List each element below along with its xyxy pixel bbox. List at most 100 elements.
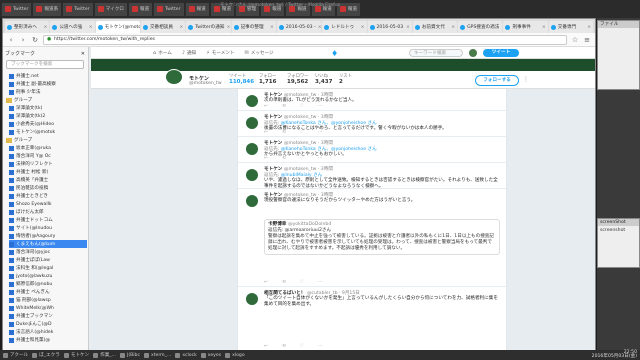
bookmark-item[interactable]: 法律的リフレクト — [9, 160, 87, 168]
more-icon[interactable]: ⋯ — [318, 104, 323, 109]
close-tab-icon[interactable]: × — [542, 25, 546, 30]
browser-tab[interactable]: GPS捜査の適法× — [458, 21, 503, 33]
bookmark-item[interactable]: 悔悟者(@Aagoury — [9, 232, 87, 240]
more-icon[interactable]: ⋯ — [318, 156, 323, 161]
bookmark-item[interactable]: 郷原信郎(@nobu — [9, 280, 87, 288]
close-tab-icon[interactable]: × — [451, 25, 455, 30]
browser-tab[interactable]: 交番相談員 × — [140, 21, 186, 33]
retweet-icon[interactable]: ⟲ — [282, 344, 286, 349]
url-bar[interactable]: ● https://twitter.com/motoken_tw/with_re… — [43, 34, 567, 45]
bookmark-item[interactable]: グループ — [6, 136, 84, 144]
bookmark-item[interactable]: 弁護士.net — [9, 72, 87, 80]
twitter-bird-icon[interactable]: ♦ — [331, 49, 338, 58]
bookmark-item[interactable]: 小倉秀夫(@Hideo — [9, 120, 87, 128]
retweet-icon[interactable]: ⟲ — [282, 104, 286, 109]
bookmark-item[interactable]: 民泊雑誌の投稿 — [9, 184, 87, 192]
retweet-icon[interactable]: ⟲ — [282, 156, 286, 161]
avatar[interactable] — [469, 49, 477, 57]
forward-icon[interactable]: › — [19, 36, 27, 44]
bookmark-search-input[interactable]: ブックマークを検索 — [6, 60, 84, 69]
bookmark-item[interactable]: 法言語人(@hidek — [9, 328, 87, 336]
browser-tab[interactable]: 記事の整理 × — [231, 21, 276, 33]
bookmark-item[interactable]: Dukeまんこ(@D — [9, 320, 87, 328]
nav-item-0[interactable]: ⌂ ホーム — [153, 50, 172, 56]
bookmark-item[interactable]: 弁護士 ぺんぎん — [9, 288, 87, 296]
taskbar-item[interactable]: J(Bibc — [119, 352, 140, 358]
close-tab-icon[interactable]: × — [270, 25, 274, 30]
reply-icon[interactable]: ↩ — [264, 130, 268, 135]
taskbar-item[interactable]: アクール — [3, 352, 28, 358]
like-icon[interactable]: ♡ — [300, 344, 304, 349]
browser-tab[interactable]: 2016-05-03 - × — [276, 21, 322, 33]
more-icon[interactable]: ⋯ — [318, 280, 323, 285]
more-options-icon[interactable]: ⋮ — [523, 76, 529, 83]
bookmark-item[interactable]: サイト(@Inudou — [9, 224, 87, 232]
bookmark-item[interactable]: WhiteMelk(@Wh — [9, 304, 87, 312]
like-icon[interactable]: ♡ — [300, 182, 304, 187]
os-tab[interactable]: 報道系 — [33, 2, 62, 16]
bookmark-item[interactable]: 落合洋司 Y@ Oc — [9, 152, 87, 160]
reply-icon[interactable]: ↩ — [264, 280, 268, 285]
avatar[interactable] — [246, 117, 258, 129]
taskbar-item[interactable]: xterm_... — [144, 352, 171, 358]
nav-item-2[interactable]: ⚡ モーメント — [206, 50, 234, 56]
taskbar-item[interactable]: ぼ_エクラ — [32, 352, 60, 358]
bookmark-item[interactable]: ぼけだん太郎 — [9, 208, 87, 216]
like-icon[interactable]: ♡ — [300, 280, 304, 285]
bookmark-item[interactable]: 弁護士 村松 新( — [9, 168, 87, 176]
reply-icon[interactable]: ↩ — [264, 344, 268, 349]
browser-tab[interactable]: 公道への強 × — [50, 21, 95, 33]
profile-avatar[interactable] — [165, 69, 183, 85]
bookmark-item[interactable]: 高橋英「弁護士 — [9, 176, 87, 184]
retweet-icon[interactable]: ⟲ — [282, 182, 286, 187]
bookmark-item[interactable]: 弁護士ときどき — [9, 192, 87, 200]
quoted-tweet[interactable]: 卡野博幸 @yokittaDoDoInbd 返信先: @armoaroriuui2… — [264, 219, 500, 255]
bookmark-item[interactable]: モトケン(@motok — [9, 128, 87, 136]
bookmark-item[interactable]: 弁護士ぽぽ(Law — [9, 256, 87, 264]
browser-tab[interactable]: Twitterの通知 × — [186, 21, 231, 33]
os-tab[interactable]: マイクロ — [94, 2, 127, 16]
tweet[interactable]: モトケン @motoken_tw · 3時間 次の準則書は、TLがどう流れるかなど… — [238, 89, 508, 111]
taskbar-item[interactable]: xclock — [175, 352, 197, 358]
os-tab[interactable]: Twitter — [2, 2, 32, 16]
tweet[interactable]: 相互関てるばいと！ @cutabler_tb · 9月15日 「このツイート自体が… — [238, 287, 508, 351]
bookmark-item[interactable]: 深澤論文(tk)2 — [9, 112, 87, 120]
bookmark-star-icon[interactable]: ☆ — [571, 36, 579, 44]
bookmark-item[interactable]: Shozo Eyewallk — [9, 200, 87, 208]
close-icon[interactable]: ✕ — [81, 51, 85, 57]
bookmark-item[interactable]: 弁護士 副-最高検察 — [9, 80, 87, 88]
close-tab-icon[interactable]: × — [361, 25, 365, 30]
avatar[interactable] — [246, 143, 258, 155]
quote-author[interactable]: 卡野博幸 — [268, 222, 288, 227]
tweet[interactable]: モトケン @motoken_tw · 3時間 現役警察官の違法になりそうだからツイ… — [238, 189, 508, 287]
close-tab-icon[interactable]: × — [43, 25, 47, 30]
bookmark-item[interactable]: 法科生 和(@legal — [9, 264, 87, 272]
os-tab[interactable]: 報道 — [128, 2, 153, 16]
os-tab[interactable]: Twitter — [63, 2, 93, 16]
browser-tab[interactable]: モトケン(@motoken× — [95, 21, 140, 33]
twitter-search-input[interactable]: キーワード検索 — [409, 49, 463, 57]
close-tab-icon[interactable]: × — [226, 25, 230, 30]
avatar[interactable] — [246, 169, 258, 181]
taskbar-item[interactable]: モトケン — [63, 352, 89, 358]
close-tab-icon[interactable]: × — [406, 25, 410, 30]
taskbar-item[interactable]: xeyes — [200, 352, 221, 358]
profile-stat[interactable]: リスト 2 — [339, 73, 352, 85]
bookmark-item[interactable]: 弁護士ブックマン — [9, 312, 87, 320]
taskbar-item[interactable]: xlogo — [225, 352, 245, 358]
retweet-icon[interactable]: ⟲ — [282, 280, 286, 285]
avatar[interactable] — [246, 95, 258, 107]
follow-button[interactable]: フォローする — [475, 75, 519, 86]
close-tab-icon[interactable]: × — [89, 25, 93, 30]
taskbar-item[interactable]: 作業_... — [93, 352, 116, 358]
bookmark-item[interactable]: グループ — [6, 96, 84, 104]
reply-icon[interactable]: ↩ — [264, 104, 268, 109]
side-window-files[interactable]: ファイル — [597, 20, 640, 90]
more-icon[interactable]: ⋯ — [318, 182, 323, 187]
reply-icon[interactable]: ↩ — [264, 156, 268, 161]
more-icon[interactable]: ⋯ — [318, 130, 323, 135]
bookmark-item[interactable]: 落合洋司(@yjoc — [9, 248, 87, 256]
bookmark-item[interactable]: 刑事 少年法 — [9, 88, 87, 96]
close-tab-icon[interactable]: × — [318, 25, 321, 30]
bookmark-item[interactable]: 弁護士ドットコム — [9, 216, 87, 224]
